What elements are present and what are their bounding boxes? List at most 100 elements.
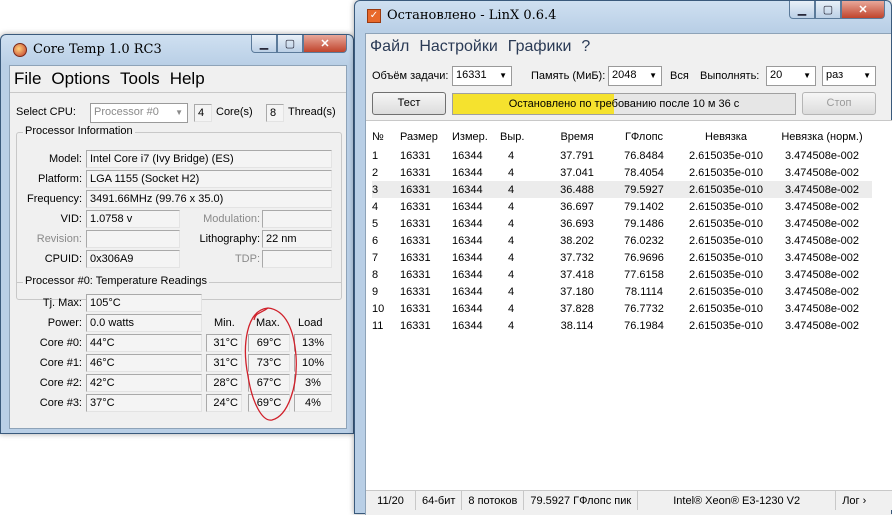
chevron-down-icon: ▼ — [649, 71, 657, 80]
tjmax-label: Tj. Max: — [42, 297, 82, 309]
table-row[interactable]: 2 16331 16344 4 37.041 78.4054 2.615035e-010 3.… — [372, 164, 872, 181]
table-cell: 9 — [372, 285, 379, 298]
linx-window: ✓ Остановлено - LinX 0.6.4 ▁ ▢ ✕ Файл На… — [354, 0, 892, 515]
core2-temp: 42°C — [86, 374, 202, 392]
all-memory-label[interactable]: Вся — [670, 70, 689, 82]
table-cell: 4 — [372, 200, 379, 213]
table-cell: 78.4054 — [624, 166, 664, 179]
model-label: Model: — [48, 153, 82, 165]
table-cell: 4 — [508, 302, 515, 315]
coretemp-title: Core Temp 1.0 RC3 — [33, 42, 162, 57]
power-label: Power: — [47, 317, 82, 329]
table-cell: 16331 — [400, 319, 431, 332]
stop-button[interactable]: Стоп — [802, 92, 876, 115]
core0-label: Core #0: — [39, 337, 82, 349]
table-cell: 2.615035e-010 — [688, 166, 763, 179]
core3-temp: 37°C — [86, 394, 202, 412]
table-cell: 2.615035e-010 — [688, 285, 763, 298]
status-bar: 11/20 64-бит 8 потоков 79.5927 ГФлопс пи… — [366, 490, 892, 510]
col-gflops[interactable]: ГФлопс — [608, 127, 680, 147]
table-row[interactable]: 8 16331 16344 4 37.418 77.6158 2.615035e-010 3.… — [372, 266, 872, 283]
table-cell: 3.474508e-002 — [784, 234, 859, 247]
col-time[interactable]: Время — [546, 127, 608, 147]
table-cell: 4 — [508, 183, 515, 196]
col-residual[interactable]: Невязка — [680, 127, 772, 147]
col-residual-norm[interactable]: Невязка (норм.) — [772, 127, 872, 147]
table-cell: 76.8484 — [624, 149, 664, 162]
table-cell: 37.828 — [560, 302, 594, 315]
min-header: Min. — [214, 317, 235, 329]
table-row[interactable]: 5 16331 16344 4 36.693 79.1486 2.615035e-010 3.… — [372, 215, 872, 232]
chevron-down-icon: ▼ — [803, 71, 811, 80]
table-row[interactable]: 4 16331 16344 4 36.697 79.1402 2.615035e-010 3.… — [372, 198, 872, 215]
modulation-value — [262, 210, 332, 228]
linx-title: Остановлено - LinX 0.6.4 — [387, 8, 557, 23]
menu-tools[interactable]: Tools — [120, 69, 160, 89]
frequency-value: 3491.66MHz (99.76 x 35.0) — [86, 190, 332, 208]
table-row[interactable]: 6 16331 16344 4 38.202 76.0232 2.615035e-010 3.… — [372, 232, 872, 249]
menu-file[interactable]: File — [14, 69, 41, 89]
menu-help[interactable]: Help — [170, 69, 205, 89]
status-cpu: Intel® Xeon® E3-1230 V2 — [638, 491, 837, 510]
table-cell: 7 — [372, 251, 379, 264]
table-cell: 10 — [372, 302, 385, 315]
problem-size-combo[interactable]: 16331 ▼ — [452, 66, 512, 86]
table-cell: 16344 — [452, 319, 483, 332]
col-measured[interactable]: Измер. — [452, 127, 500, 147]
processor-info-caption: Processor Information — [23, 125, 135, 137]
table-cell: 16331 — [400, 149, 431, 162]
table-cell: 4 — [508, 234, 515, 247]
table-cell: 16344 — [452, 234, 483, 247]
cores-count: 4 — [194, 104, 212, 122]
select-cpu-dropdown[interactable]: Processor #0 ▼ — [90, 103, 188, 123]
close-button[interactable]: ✕ — [841, 1, 885, 19]
table-cell: 16344 — [452, 217, 483, 230]
table-row[interactable]: 9 16331 16344 4 37.180 78.1114 2.615035e-010 3.… — [372, 283, 872, 300]
table-cell: 16331 — [400, 268, 431, 281]
table-cell: 16344 — [452, 200, 483, 213]
table-cell: 3.474508e-002 — [784, 217, 859, 230]
close-button[interactable]: ✕ — [303, 35, 347, 53]
frequency-label: Frequency: — [26, 193, 82, 205]
table-cell: 8 — [372, 268, 379, 281]
menu-options[interactable]: Options — [51, 69, 110, 89]
menu-settings[interactable]: Настройки — [419, 38, 497, 56]
log-button[interactable]: Лог › — [836, 491, 872, 510]
table-cell: 36.697 — [560, 200, 594, 213]
table-row[interactable]: 3 16331 16344 4 36.488 79.5927 2.615035e-010 3.… — [372, 181, 872, 198]
table-row[interactable]: 11 16331 16344 4 38.114 76.1984 2.615035e-010 3… — [372, 317, 872, 334]
memory-combo[interactable]: 2048 ▼ — [608, 66, 662, 86]
minimize-button[interactable]: ▁ — [789, 1, 815, 19]
table-row[interactable]: 7 16331 16344 4 37.732 76.9696 2.615035e-010 3.… — [372, 249, 872, 266]
run-count-combo[interactable]: 20 ▼ — [766, 66, 816, 86]
model-value: Intel Core i7 (Ivy Bridge) (ES) — [86, 150, 332, 168]
col-num[interactable]: № — [372, 127, 400, 147]
maximize-button[interactable]: ▢ — [277, 35, 303, 53]
table-row[interactable]: 10 16331 16344 4 37.828 76.7732 2.615035e-010 3… — [372, 300, 872, 317]
linx-titlebar[interactable]: ✓ Остановлено - LinX 0.6.4 ▁ ▢ ✕ — [355, 1, 891, 29]
chevron-down-icon: ▼ — [175, 108, 183, 117]
table-cell: 36.488 — [560, 183, 594, 196]
table-cell: 38.202 — [560, 234, 594, 247]
progress-text: Остановлено по требованию после 10 м 36 … — [508, 98, 740, 110]
maximize-button[interactable]: ▢ — [815, 1, 841, 19]
test-button[interactable]: Тест — [372, 92, 446, 115]
core0-temp: 44°C — [86, 334, 202, 352]
menu-graphs[interactable]: Графики — [508, 38, 572, 56]
menu-help[interactable]: ? — [581, 38, 590, 56]
coretemp-titlebar[interactable]: Core Temp 1.0 RC3 ▁ ▢ ✕ — [1, 35, 353, 63]
run-unit-combo[interactable]: раз ▼ — [822, 66, 876, 86]
tjmax-value: 105°C — [86, 294, 202, 312]
minimize-button[interactable]: ▁ — [251, 35, 277, 53]
col-size[interactable]: Размер — [400, 127, 452, 147]
cores-label: Core(s) — [216, 106, 253, 118]
run-count-value: 20 — [770, 69, 783, 81]
table-cell: 79.1486 — [624, 217, 664, 230]
table-cell: 16344 — [452, 149, 483, 162]
col-align[interactable]: Выр. — [500, 127, 546, 147]
table-row[interactable]: 1 16331 16344 4 37.791 76.8484 2.615035e-010 3.… — [372, 147, 872, 164]
table-cell: 78.1114 — [624, 285, 664, 298]
menu-file[interactable]: Файл — [370, 38, 409, 56]
table-cell: 37.180 — [560, 285, 594, 298]
table-cell: 2.615035e-010 — [688, 183, 763, 196]
